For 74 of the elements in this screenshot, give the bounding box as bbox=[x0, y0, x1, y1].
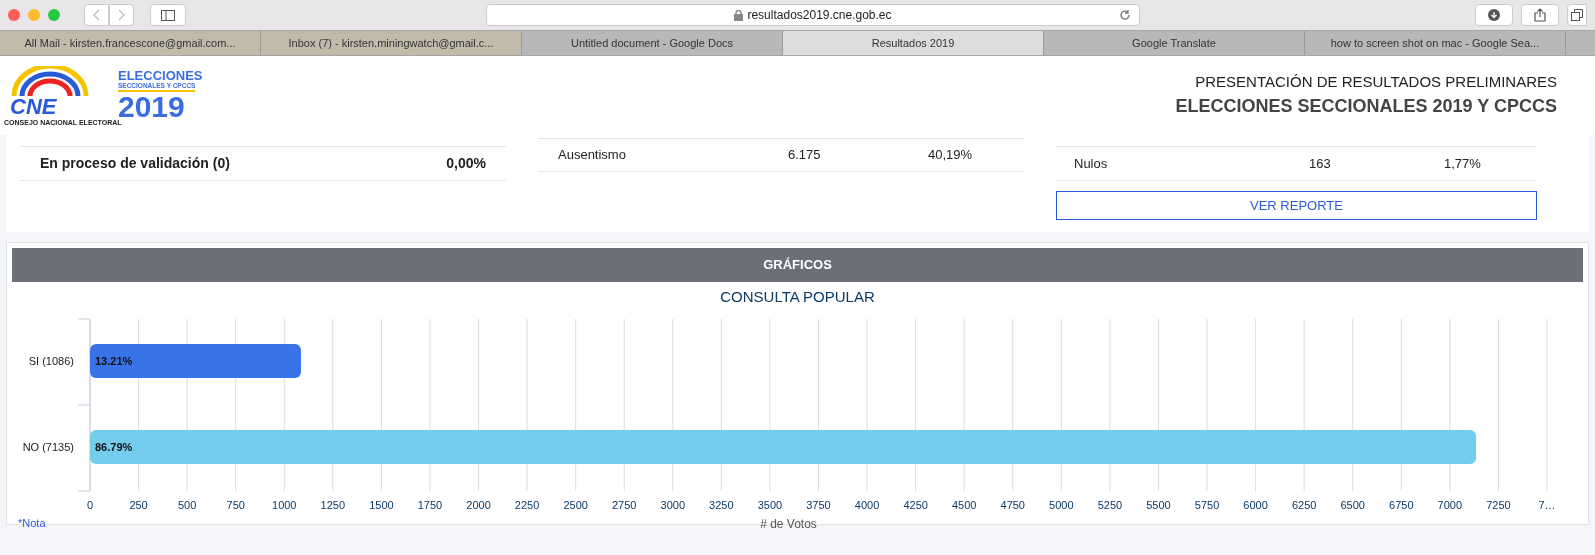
tick-label: 3500 bbox=[757, 498, 783, 511]
tick-label: 4750 bbox=[1000, 498, 1025, 511]
tick-label: 5500 bbox=[1146, 498, 1171, 511]
tick-label: 4000 bbox=[854, 498, 880, 511]
bar-value-label: 86.79% bbox=[95, 440, 133, 453]
result-percent: 40,19% bbox=[928, 146, 973, 165]
cne-logo-text: CNE bbox=[10, 95, 57, 118]
tick-label: 5000 bbox=[1049, 498, 1074, 511]
tick-label: 500 bbox=[177, 498, 197, 511]
chart-title: CONSULTA POPULAR bbox=[719, 287, 876, 307]
tabs-button[interactable] bbox=[1567, 4, 1587, 26]
tick-label: 3000 bbox=[660, 498, 686, 511]
tick-label: 250 bbox=[129, 498, 148, 511]
tick-label: 6500 bbox=[1340, 498, 1365, 511]
url-text: resultados2019.cne.gob.ec bbox=[747, 7, 892, 24]
tabs-icon bbox=[1571, 9, 1583, 21]
download-icon bbox=[1488, 9, 1500, 21]
share-button[interactable] bbox=[1521, 4, 1559, 26]
tick-label: 7… bbox=[1538, 498, 1556, 511]
result-label: Ausentismo bbox=[558, 146, 627, 165]
tick-label: 2500 bbox=[563, 498, 588, 511]
tick-label: 2000 bbox=[466, 498, 491, 511]
result-count: 163 bbox=[1309, 154, 1332, 173]
logo-title: ELECCIONES bbox=[118, 68, 203, 82]
tick-label: 7250 bbox=[1486, 498, 1511, 511]
tick-label: 1750 bbox=[417, 498, 443, 511]
reload-icon[interactable] bbox=[1119, 9, 1131, 21]
report-button[interactable]: VER REPORTE bbox=[1056, 191, 1537, 220]
tick-label: 5250 bbox=[1097, 498, 1123, 511]
tick-label: 1250 bbox=[320, 498, 346, 511]
result-label: Nulos bbox=[1074, 154, 1109, 173]
chevron-right-icon bbox=[118, 9, 125, 21]
browser-tab[interactable]: All Mail - kirsten.francescone@gmail.com... bbox=[0, 31, 261, 55]
tick-label: 1500 bbox=[369, 498, 394, 511]
tick-label: 6000 bbox=[1243, 498, 1268, 511]
tick-label: 3250 bbox=[709, 498, 734, 511]
tick-label: 0 bbox=[86, 498, 94, 511]
chevron-left-icon bbox=[93, 9, 100, 21]
axis-title: # de Votos bbox=[760, 516, 817, 531]
address-bar[interactable]: resultados2019.cne.gob.ec bbox=[486, 4, 1140, 26]
category-label: NO (7135) bbox=[22, 440, 74, 453]
share-icon bbox=[1534, 8, 1546, 22]
graphs-heading: GRÁFICOS bbox=[12, 248, 1583, 282]
page-subtitle: ELECCIONES SECCIONALES 2019 Y CPCCS bbox=[1175, 95, 1557, 119]
tick-label: 2750 bbox=[612, 498, 637, 511]
result-percent: 1,77% bbox=[1444, 154, 1481, 173]
zoom-window-icon[interactable] bbox=[48, 9, 60, 21]
result-count: 6.175 bbox=[788, 146, 822, 165]
tick-label: 3750 bbox=[806, 498, 831, 511]
back-button[interactable] bbox=[84, 4, 109, 26]
tick-label: 6750 bbox=[1389, 498, 1414, 511]
download-button[interactable] bbox=[1475, 4, 1513, 26]
tick-label: 4500 bbox=[951, 498, 977, 511]
lock-icon bbox=[734, 9, 744, 21]
arcs-logo-icon bbox=[10, 65, 90, 96]
note-link[interactable]: *Nota bbox=[18, 514, 46, 531]
category-label: SI (1086) bbox=[28, 354, 74, 367]
tick-label: 5750 bbox=[1194, 498, 1220, 511]
tick-label: 2250 bbox=[514, 498, 540, 511]
tick-label: 750 bbox=[226, 498, 245, 511]
close-window-icon[interactable] bbox=[8, 9, 20, 21]
page-title: PRESENTACIÓN DE RESULTADOS PRELIMINARES bbox=[1195, 71, 1557, 92]
sidebar-button[interactable] bbox=[150, 4, 186, 26]
browser-tab[interactable]: Inbox (7) - kirsten.miningwatch@gmail.c... bbox=[261, 31, 522, 55]
browser-tab[interactable]: Resultados 2019 bbox=[783, 31, 1044, 55]
tick-label: 1000 bbox=[272, 498, 297, 511]
sidebar-icon bbox=[161, 9, 175, 21]
tick-label: 7000 bbox=[1437, 498, 1463, 511]
tick-label: 6250 bbox=[1291, 498, 1317, 511]
bar-value-label: 13.21% bbox=[95, 354, 133, 367]
forward-button[interactable] bbox=[109, 4, 134, 26]
result-label: En proceso de validación (0) bbox=[40, 154, 230, 173]
result-percent: 0,00% bbox=[446, 154, 486, 173]
tick-label: 4250 bbox=[903, 498, 928, 511]
